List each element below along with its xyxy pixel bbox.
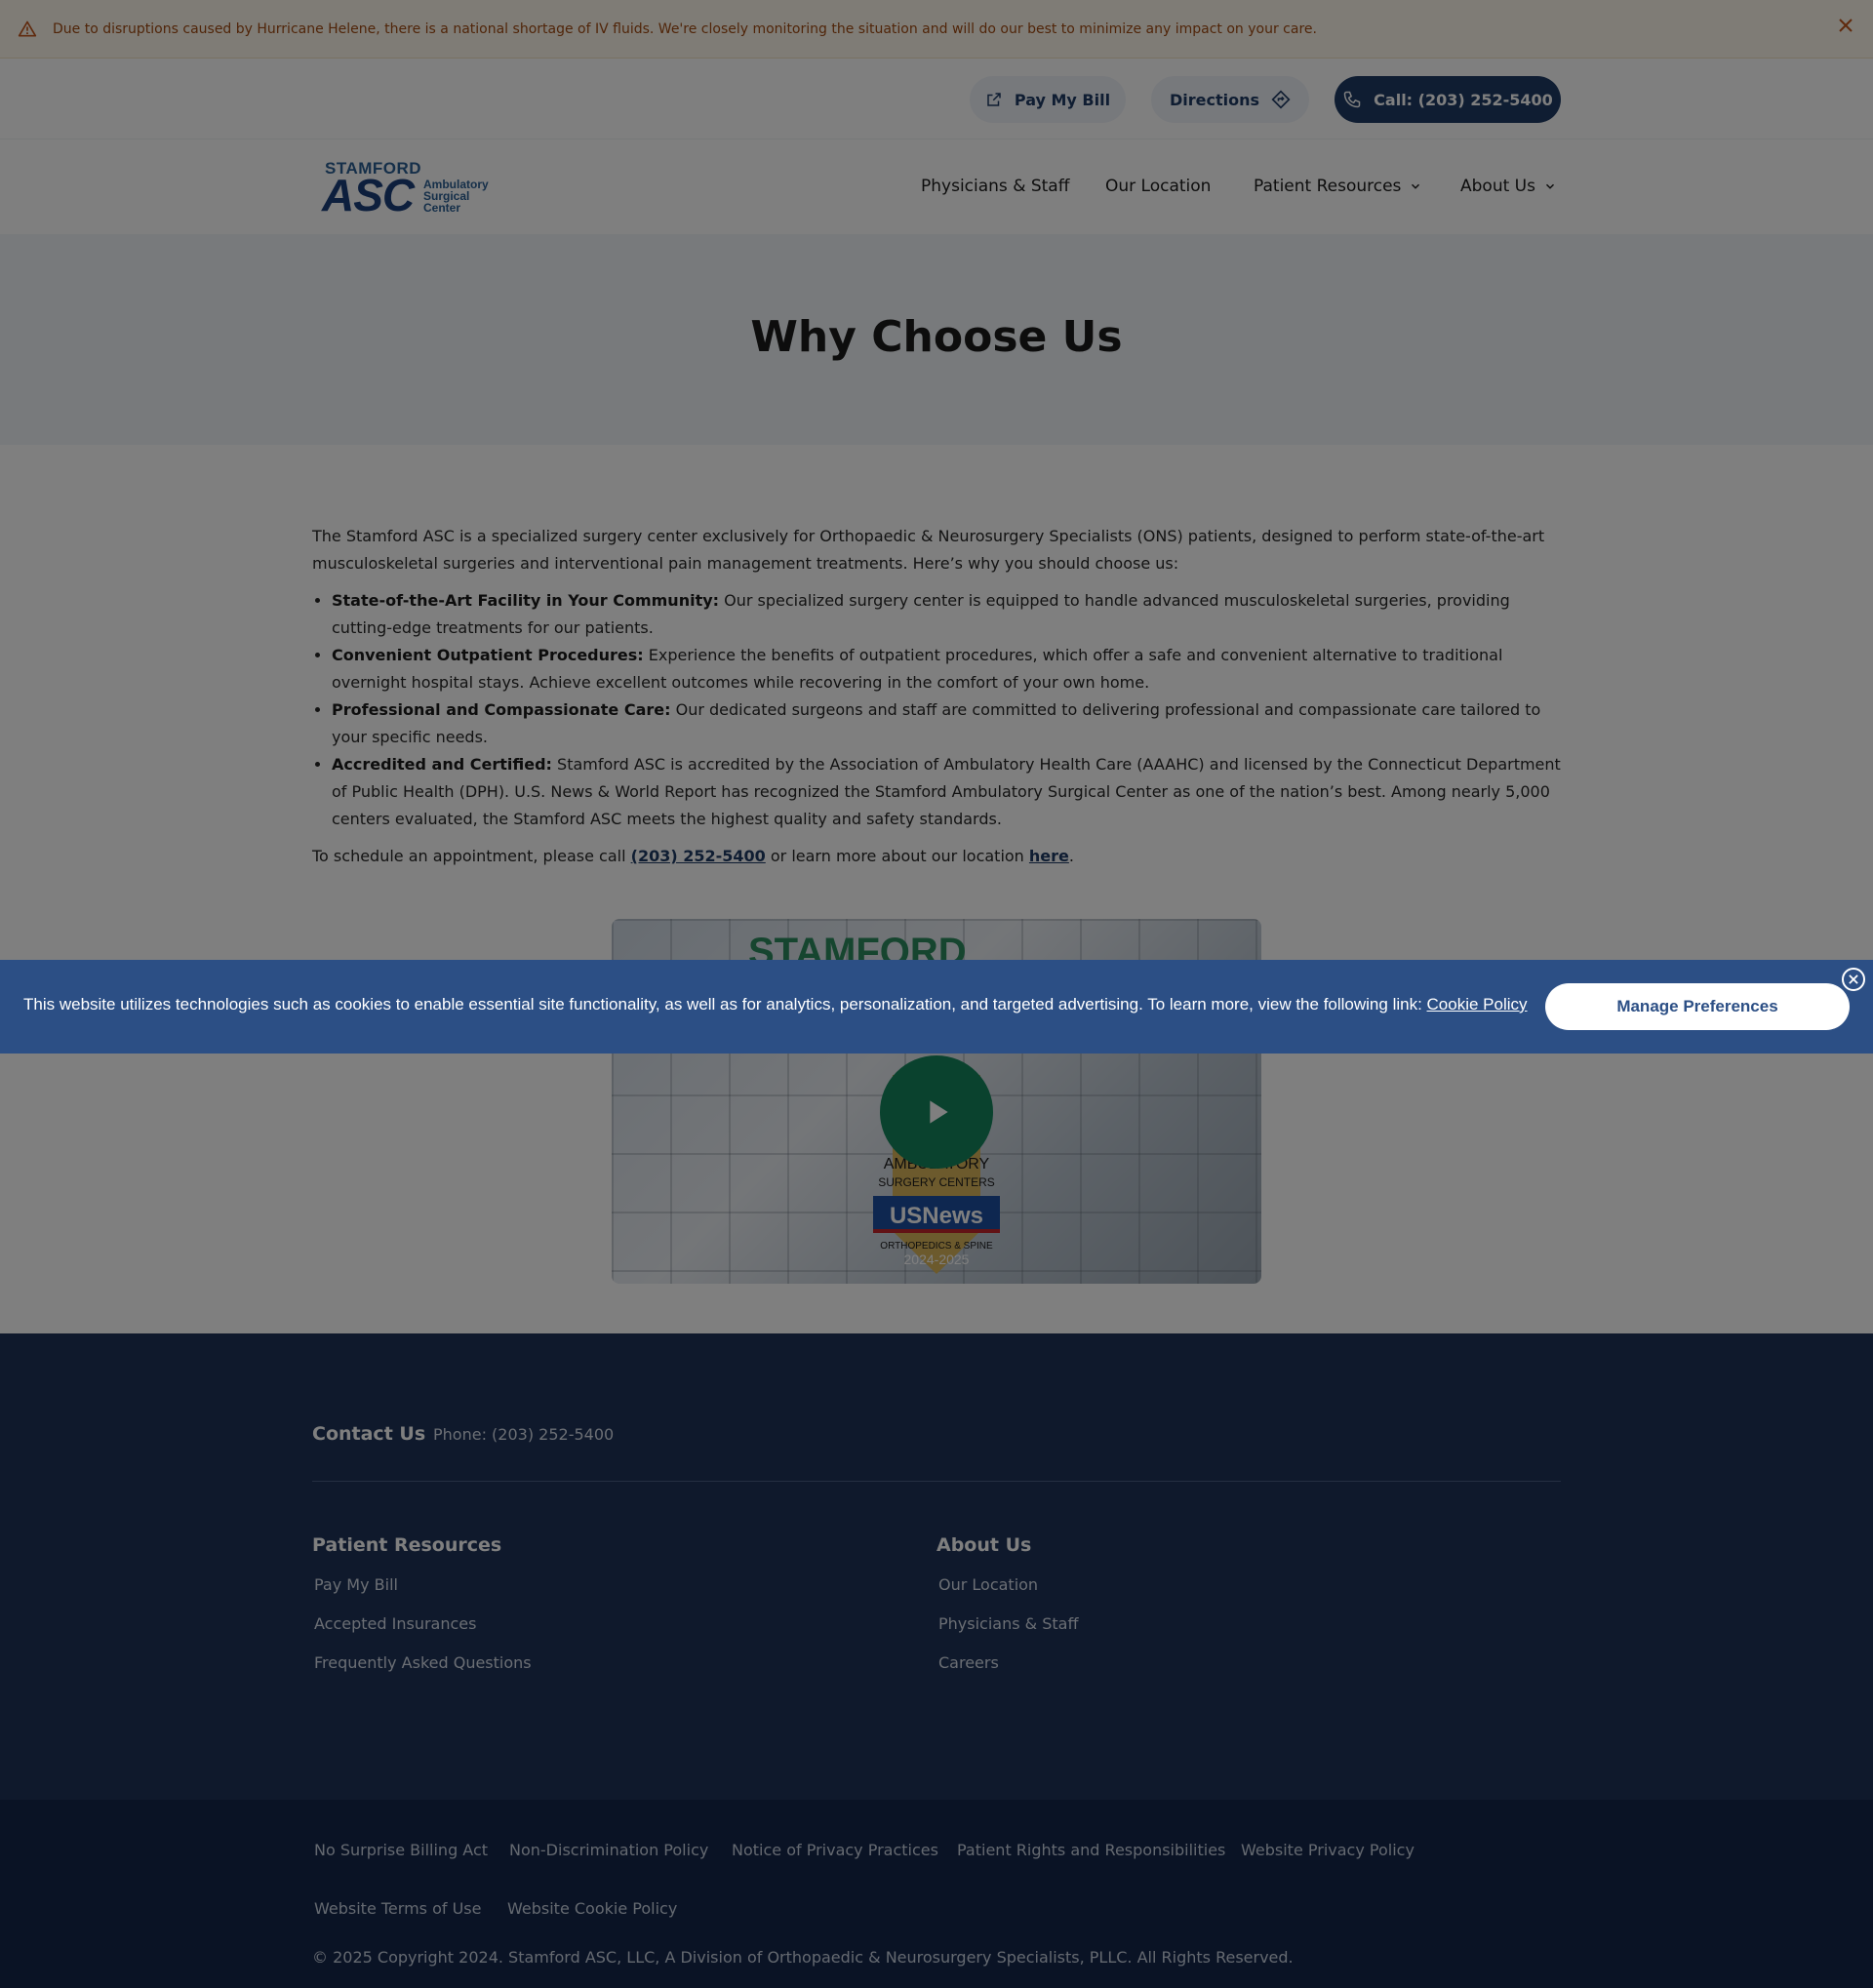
main-navigation: STAMFORD ASC Ambulatory Surgical Center … <box>0 139 1873 234</box>
nav-label: Our Location <box>1105 177 1212 196</box>
cookie-text: This website utilizes technologies such … <box>23 995 1528 1014</box>
directions-icon <box>1271 90 1291 109</box>
logo-sub-line: Center <box>423 201 461 215</box>
footer-contact-heading: Contact Us <box>312 1423 426 1445</box>
badge-line2: SURGERY CENTERS <box>878 1175 995 1189</box>
site-logo[interactable]: STAMFORD ASC Ambulatory Surgical Center <box>322 159 498 220</box>
footer-column-heading: About Us <box>936 1534 1032 1556</box>
legal-link-patient-rights[interactable]: Patient Rights and Responsibilities <box>957 1841 1225 1859</box>
legal-link-cookie-policy[interactable]: Website Cookie Policy <box>507 1899 677 1918</box>
chevron-down-icon <box>1412 183 1420 189</box>
bullet-title: Accredited and Certified: <box>332 755 552 774</box>
nav-label: Physicians & Staff <box>921 177 1070 196</box>
footer-link-accepted-insurances[interactable]: Accepted Insurances <box>314 1612 532 1636</box>
pay-my-bill-button[interactable]: Pay My Bill <box>970 76 1126 123</box>
utility-bar: Pay My Bill Directions Call: (203) 252-5… <box>0 59 1873 139</box>
main-content: The Stamford ASC is a specialized surger… <box>312 523 1561 880</box>
alert-banner: Due to disruptions caused by Hurricane H… <box>0 0 1873 59</box>
list-item: Accredited and Certified: Stamford ASC i… <box>332 751 1561 833</box>
external-link-icon <box>987 93 1001 106</box>
page-title: Why Choose Us <box>750 312 1123 362</box>
schedule-paragraph: To schedule an appointment, please call … <box>312 843 1561 870</box>
cookie-banner: This website utilizes technologies such … <box>0 960 1873 1054</box>
chevron-down-icon <box>1545 183 1554 189</box>
pay-my-bill-label: Pay My Bill <box>1014 90 1111 109</box>
cookie-policy-link[interactable]: Cookie Policy <box>1427 995 1528 1014</box>
close-icon[interactable] <box>1834 14 1857 37</box>
call-button[interactable]: Call: (203) 252-5400 <box>1335 76 1561 123</box>
copyright-text: © 2025 Copyright 2024. Stamford ASC, LLC… <box>312 1948 1294 1967</box>
badge-years: 2024-2025 <box>904 1252 970 1267</box>
legal-link-website-privacy[interactable]: Website Privacy Policy <box>1241 1841 1415 1859</box>
nav-item-about-us[interactable]: About Us <box>1460 177 1557 196</box>
location-here-link[interactable]: here <box>1029 847 1069 865</box>
schedule-text: or learn more about our location <box>765 847 1029 865</box>
cookie-close-button[interactable] <box>1842 968 1865 991</box>
footer-link-pay-my-bill[interactable]: Pay My Bill <box>314 1573 532 1597</box>
directions-button[interactable]: Directions <box>1151 76 1309 123</box>
nav-item-our-location[interactable]: Our Location <box>1105 177 1211 196</box>
call-label: Call: (203) 252-5400 <box>1374 90 1553 109</box>
legal-link-non-discrimination[interactable]: Non-Discrimination Policy <box>509 1841 708 1859</box>
warning-triangle-icon <box>18 20 37 37</box>
footer-patient-resources: Patient Resources Pay My Bill Accepted I… <box>312 1534 532 1690</box>
footer-link-our-location[interactable]: Our Location <box>938 1573 1078 1597</box>
nav-item-patient-resources[interactable]: Patient Resources <box>1254 177 1422 196</box>
badge-line3: ORTHOPEDICS & SPINE <box>880 1241 993 1252</box>
manage-preferences-button[interactable]: Manage Preferences <box>1545 983 1850 1030</box>
list-item: Convenient Outpatient Procedures: Experi… <box>332 642 1561 696</box>
bullet-title: Professional and Compassionate Care: <box>332 700 671 719</box>
legal-link-privacy-practices[interactable]: Notice of Privacy Practices <box>732 1841 938 1859</box>
footer-legal-bar: No Surprise Billing Act Non-Discriminati… <box>0 1800 1873 1988</box>
intro-paragraph: The Stamford ASC is a specialized surger… <box>312 527 1545 573</box>
phone-icon <box>1343 91 1361 108</box>
footer-link-physicians-staff[interactable]: Physicians & Staff <box>938 1612 1078 1636</box>
play-button[interactable] <box>880 1055 993 1169</box>
list-item: Professional and Compassionate Care: Our… <box>332 696 1561 751</box>
footer-phone[interactable]: Phone: (203) 252-5400 <box>433 1425 614 1444</box>
schedule-text: . <box>1068 847 1074 865</box>
legal-link-terms-of-use[interactable]: Website Terms of Use <box>314 1899 481 1918</box>
badge-brand: USNews <box>890 1203 983 1229</box>
close-icon <box>1849 974 1858 984</box>
alert-text: Due to disruptions caused by Hurricane H… <box>53 20 1317 37</box>
footer-divider <box>312 1481 1561 1482</box>
logo-subtitle: Ambulatory Surgical Center <box>423 179 489 214</box>
bullet-title: Convenient Outpatient Procedures: <box>332 646 644 664</box>
nav-label: About Us <box>1460 177 1535 196</box>
page-hero: Why Choose Us <box>0 234 1873 445</box>
nav-item-physicians-staff[interactable]: Physicians & Staff <box>921 177 1069 196</box>
directions-label: Directions <box>1169 90 1260 109</box>
footer-about-us: About Us Our Location Physicians & Staff… <box>936 1534 1078 1690</box>
benefits-list: State-of-the-Art Facility in Your Commun… <box>332 587 1561 833</box>
schedule-text: To schedule an appointment, please call <box>312 847 631 865</box>
footer-link-careers[interactable]: Careers <box>938 1651 1078 1675</box>
bullet-title: State-of-the-Art Facility in Your Commun… <box>332 591 720 610</box>
footer-column-heading: Patient Resources <box>312 1534 502 1556</box>
nav-label: Patient Resources <box>1254 177 1402 196</box>
play-icon <box>930 1100 948 1124</box>
cookie-message: This website utilizes technologies such … <box>23 995 1427 1014</box>
site-footer: Contact Us Phone: (203) 252-5400 Patient… <box>0 1333 1873 1800</box>
legal-link-no-surprise-billing[interactable]: No Surprise Billing Act <box>314 1841 488 1859</box>
schedule-phone-link[interactable]: (203) 252-5400 <box>631 847 766 865</box>
footer-link-faq[interactable]: Frequently Asked Questions <box>314 1651 532 1675</box>
logo-text-asc: ASC <box>322 170 415 220</box>
list-item: State-of-the-Art Facility in Your Commun… <box>332 587 1561 642</box>
